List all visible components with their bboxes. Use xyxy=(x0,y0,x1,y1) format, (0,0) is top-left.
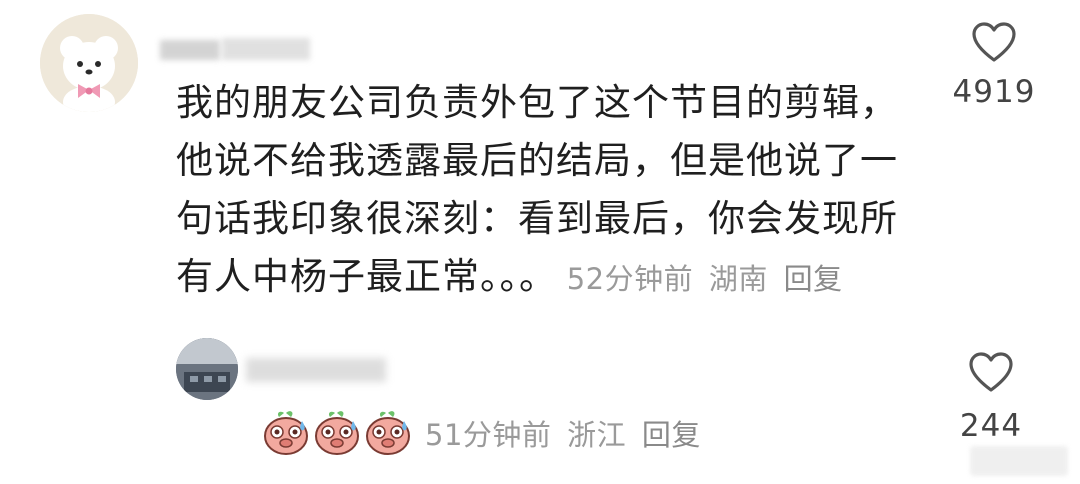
comment-time: 51分钟前 xyxy=(425,418,552,452)
like-button[interactable]: 4919 xyxy=(944,22,1044,110)
username-redacted[interactable] xyxy=(246,352,386,388)
comment-line: 他说不给我透露最后的结局，但是他说了一 xyxy=(176,139,898,182)
pig-sweat-emoji-icon xyxy=(262,409,310,457)
avatar[interactable] xyxy=(40,14,138,112)
watermark xyxy=(970,446,1068,476)
like-count: 4919 xyxy=(952,74,1036,110)
pig-sweat-emoji-icon xyxy=(313,409,361,457)
username-redacted[interactable] xyxy=(160,36,310,62)
like-button[interactable]: 244 xyxy=(946,352,1036,444)
comment-line: 有人中杨子最正常。。。 52分钟前 湖南 回复 xyxy=(176,248,936,308)
comment-line: 句话我印象很深刻：看到最后，你会发现所 xyxy=(176,197,898,240)
comment-meta: 51分钟前 浙江 回复 xyxy=(425,412,707,454)
reply-button[interactable]: 回复 xyxy=(784,262,843,296)
avatar[interactable] xyxy=(176,338,238,400)
reply-button[interactable]: 回复 xyxy=(642,418,701,452)
comment-meta: 52分钟前 湖南 回复 xyxy=(557,262,849,296)
pig-sweat-emoji-icon xyxy=(364,409,412,457)
comment-location: 浙江 xyxy=(567,418,627,452)
heart-icon[interactable] xyxy=(946,352,1036,394)
like-count: 244 xyxy=(959,408,1023,444)
comment-line-text: 有人中杨子最正常。。。 xyxy=(176,255,557,298)
comment-location: 湖南 xyxy=(708,262,768,296)
comment-line: 我的朋友公司负责外包了这个节目的剪辑， xyxy=(176,81,898,124)
comment-time: 52分钟前 xyxy=(566,262,694,296)
reply-content: 51分钟前 浙江 回复 xyxy=(262,408,707,458)
comment-text: 我的朋友公司负责外包了这个节目的剪辑， 他说不给我透露最后的结局，但是他说了一 … xyxy=(176,74,936,308)
heart-icon[interactable] xyxy=(944,22,1044,64)
